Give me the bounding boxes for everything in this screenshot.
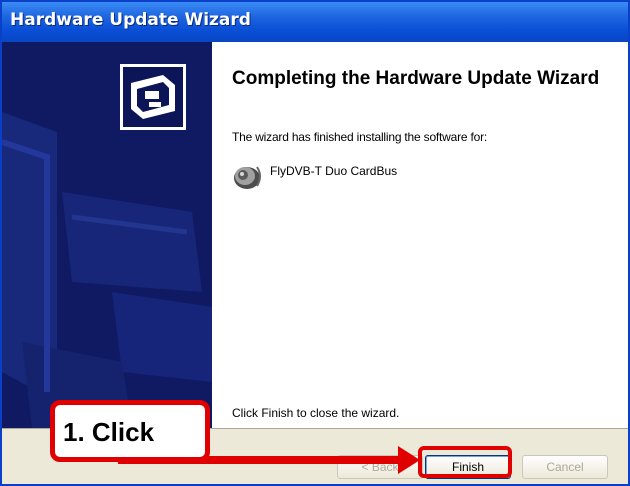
callout-text: 1. Click (63, 417, 155, 447)
wizard-content: Completing the Hardware Update Wizard Th… (212, 42, 628, 428)
finish-button-highlight (418, 446, 512, 478)
page-title: Completing the Hardware Update Wizard (232, 68, 600, 89)
window-title: Hardware Update Wizard (10, 10, 251, 30)
wizard-side-panel (2, 42, 212, 428)
speaker-icon (230, 158, 264, 192)
title-bar[interactable]: Hardware Update Wizard (2, 2, 628, 42)
annotation-arrow-head (398, 446, 420, 474)
cancel-button[interactable]: Cancel (522, 455, 608, 479)
hardware-card-icon (120, 64, 186, 130)
device-name: FlyDVB-T Duo CardBus (270, 164, 398, 178)
finish-instruction: Click Finish to close the wizard. (232, 406, 400, 420)
install-description: The wizard has finished installing the s… (232, 130, 488, 144)
annotation-callout: 1. Click (50, 400, 210, 462)
